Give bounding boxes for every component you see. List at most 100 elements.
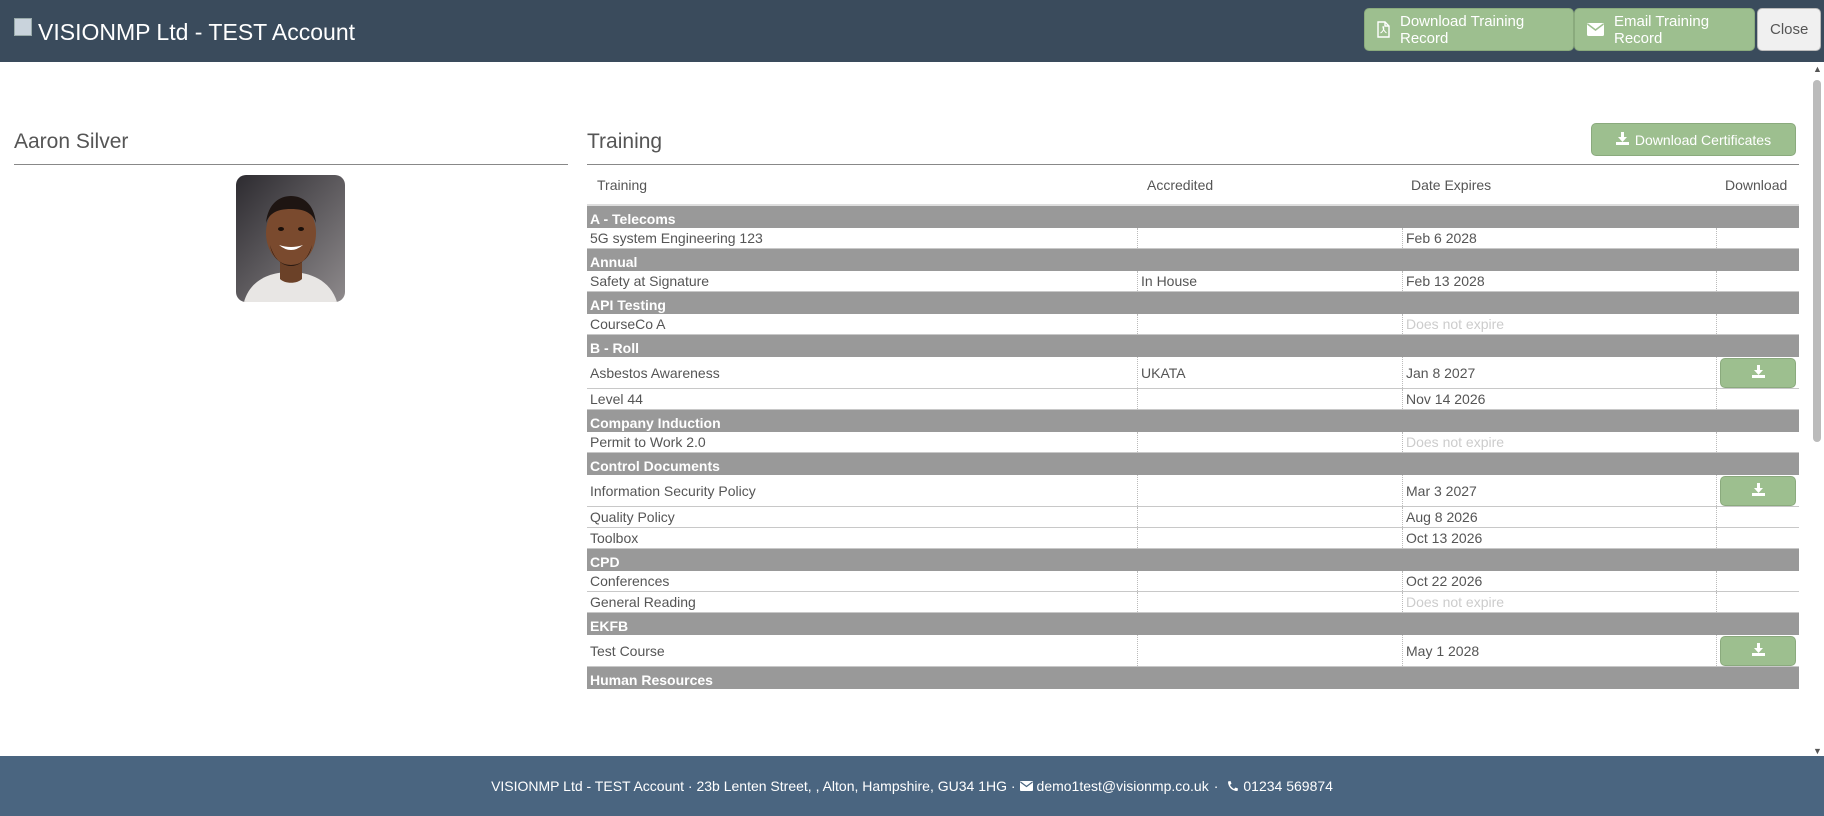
table-header: Training Accredited Date Expires Downloa… [587, 170, 1799, 206]
date-expires-cell: Oct 13 2026 [1403, 528, 1717, 548]
group-label: API Testing [590, 297, 666, 313]
accredited-cell [1138, 571, 1403, 591]
date-expires-cell: Feb 13 2028 [1403, 271, 1717, 291]
download-cell [1717, 528, 1799, 548]
group-row: A - Telecoms [587, 206, 1799, 228]
date-expires-cell: Does not expire [1403, 314, 1717, 334]
logo-image [14, 18, 32, 36]
date-expires-cell: Does not expire [1403, 432, 1717, 452]
training-name-cell: Information Security Policy [587, 475, 1138, 506]
column-header-date-expires: Date Expires [1411, 177, 1492, 193]
accredited-cell [1138, 432, 1403, 452]
email-training-record-label: Email Training Record [1614, 12, 1710, 47]
group-label: A - Telecoms [590, 211, 676, 227]
group-label: Annual [590, 254, 638, 270]
download-training-record-button[interactable]: Download Training Record [1364, 8, 1574, 51]
download-cell [1717, 432, 1799, 452]
training-name-cell: Toolbox [587, 528, 1138, 548]
date-expires-cell: May 1 2028 [1403, 635, 1717, 666]
divider [14, 164, 568, 165]
download-cell [1717, 314, 1799, 334]
envelope-icon [1587, 23, 1604, 36]
accredited-cell [1138, 314, 1403, 334]
date-expires-cell: Jan 8 2027 [1403, 357, 1717, 388]
download-cell [1717, 592, 1799, 612]
download-cell [1717, 271, 1799, 291]
table-row: Safety at Signature In House Feb 13 2028 [587, 271, 1799, 292]
column-header-accredited: Accredited [1147, 177, 1214, 193]
table-row: General Reading Does not expire [587, 592, 1799, 613]
group-label: Control Documents [590, 458, 720, 474]
footer-separator: · [1213, 778, 1219, 794]
training-name-cell: Level 44 [587, 389, 1138, 409]
download-icon [1751, 482, 1765, 499]
group-row: B - Roll [587, 335, 1799, 357]
accredited-cell: In House [1138, 271, 1403, 291]
avatar [236, 175, 345, 302]
training-section-title: Training [587, 130, 663, 153]
accredited-cell: UKATA [1138, 357, 1403, 388]
table-row: Toolbox Oct 13 2026 [587, 528, 1799, 549]
table-row: Test Course May 1 2028 [587, 635, 1799, 667]
accredited-cell [1138, 528, 1403, 548]
scroll-up-arrow-icon[interactable]: ▲ [1813, 64, 1822, 74]
email-training-record-button[interactable]: Email Training Record [1574, 8, 1755, 51]
date-expires-cell: Nov 14 2026 [1403, 389, 1717, 409]
download-certificates-label: Download Certificates [1634, 131, 1772, 148]
download-cell [1717, 507, 1799, 527]
download-cell [1717, 389, 1799, 409]
download-certificate-button[interactable] [1720, 635, 1796, 666]
footer: VISIONMP Ltd - TEST Account · 23b Lenten… [0, 756, 1824, 816]
footer-address: VISIONMP Ltd - TEST Account · 23b Lenten… [491, 778, 1016, 794]
group-row: Control Documents [587, 453, 1799, 475]
scrollbar-thumb[interactable] [1813, 80, 1821, 442]
footer-phone[interactable]: 01234 569874 [1243, 778, 1333, 794]
file-pdf-icon [1377, 21, 1390, 38]
date-expires-cell: Oct 22 2026 [1403, 571, 1717, 591]
download-certificate-button[interactable] [1720, 475, 1796, 506]
download-certificates-button[interactable]: Download Certificates [1591, 123, 1796, 156]
group-label: Company Induction [590, 415, 721, 431]
group-row: CPD [587, 549, 1799, 571]
date-expires-cell: Feb 6 2028 [1403, 228, 1717, 248]
group-row: API Testing [587, 292, 1799, 314]
person-name: Aaron Silver [14, 130, 129, 153]
group-row: Company Induction [587, 410, 1799, 432]
training-name-cell: Conferences [587, 571, 1138, 591]
group-row: Annual [587, 249, 1799, 271]
group-row: Human Resources [587, 667, 1799, 689]
table-row: Asbestos Awareness UKATA Jan 8 2027 [587, 357, 1799, 389]
download-icon [1751, 364, 1765, 381]
envelope-icon [1019, 781, 1033, 791]
group-row: EKFB [587, 613, 1799, 635]
column-header-download: Download [1725, 177, 1788, 193]
accredited-cell [1138, 475, 1403, 506]
scroll-down-arrow-icon[interactable]: ▼ [1813, 746, 1822, 756]
close-button[interactable]: Close [1757, 8, 1822, 51]
scrollbar[interactable]: ▲ ▼ [1810, 62, 1824, 756]
accredited-cell [1138, 507, 1403, 527]
footer-email[interactable]: demo1test@visionmp.co.uk [1037, 778, 1209, 794]
download-cell [1717, 357, 1799, 388]
column-header-training: Training [597, 177, 648, 193]
group-label: CPD [590, 554, 620, 570]
download-cell [1717, 228, 1799, 248]
training-name-cell: Asbestos Awareness [587, 357, 1138, 388]
app-header: VISIONMP Ltd - TEST Account Download Tra… [0, 0, 1824, 62]
download-training-record-label: Download Training Record [1400, 12, 1525, 47]
table-row: Information Security Policy Mar 3 2027 [587, 475, 1799, 507]
table-row: Level 44 Nov 14 2026 [587, 389, 1799, 410]
table-row: Quality Policy Aug 8 2026 [587, 507, 1799, 528]
training-table: A - Telecoms 5G system Engineering 123 Feb… [587, 206, 1799, 756]
accredited-cell [1138, 228, 1403, 248]
group-label: B - Roll [590, 340, 639, 356]
download-certificate-button[interactable] [1720, 357, 1796, 388]
download-icon [1615, 131, 1629, 148]
training-name-cell: 5G system Engineering 123 [587, 228, 1138, 248]
date-expires-cell: Does not expire [1403, 592, 1717, 612]
download-cell [1717, 475, 1799, 506]
training-name-cell: Permit to Work 2.0 [587, 432, 1138, 452]
download-cell [1717, 635, 1799, 666]
group-label: Human Resources [590, 672, 713, 688]
download-cell [1717, 571, 1799, 591]
